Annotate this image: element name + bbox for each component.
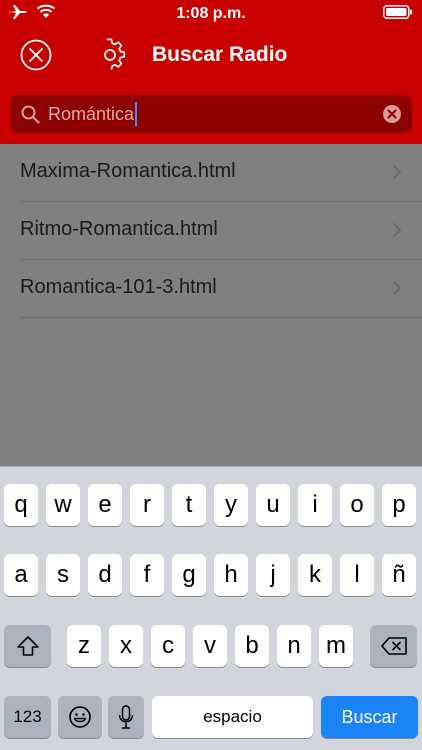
key-n-tilde[interactable]: ñ xyxy=(382,554,416,596)
key-w[interactable]: w xyxy=(46,484,80,526)
emoji-icon xyxy=(69,706,91,728)
key-z[interactable]: z xyxy=(67,625,101,667)
result-label: Romantica-101-3.html xyxy=(20,276,217,298)
gear-icon xyxy=(104,38,126,70)
key-e[interactable]: e xyxy=(88,484,122,526)
key-g[interactable]: g xyxy=(172,554,206,596)
status-bar: 1:08 p.m. xyxy=(0,0,422,28)
result-label: Ritmo-Romantica.html xyxy=(20,218,218,240)
chevron-right-icon xyxy=(393,223,402,237)
keyboard: q w e r t y u i o p a s d f g h j k l ñ … xyxy=(0,466,422,750)
chevron-right-icon xyxy=(393,281,402,295)
key-p[interactable]: p xyxy=(382,484,416,526)
dictation-key[interactable] xyxy=(108,696,144,738)
key-y[interactable]: y xyxy=(214,484,248,526)
close-icon xyxy=(20,39,52,71)
key-q[interactable]: q xyxy=(4,484,38,526)
battery-icon xyxy=(383,4,413,24)
key-a[interactable]: a xyxy=(4,554,38,596)
status-time: 1:08 p.m. xyxy=(176,5,246,22)
search-go-key[interactable]: Buscar xyxy=(321,696,418,738)
key-m[interactable]: m xyxy=(319,625,353,667)
key-k[interactable]: k xyxy=(298,554,332,596)
search-icon xyxy=(21,105,40,124)
search-input-value: Romántica xyxy=(48,104,135,124)
emoji-key[interactable] xyxy=(58,696,102,738)
result-item[interactable]: Romantica-101-3.html xyxy=(20,260,422,318)
key-t[interactable]: t xyxy=(172,484,206,526)
nav-bar: Buscar Radio xyxy=(0,28,422,84)
key-b[interactable]: b xyxy=(235,625,269,667)
key-d[interactable]: d xyxy=(88,554,122,596)
key-n[interactable]: n xyxy=(277,625,311,667)
key-c[interactable]: c xyxy=(151,625,185,667)
clear-icon xyxy=(383,105,401,123)
key-s[interactable]: s xyxy=(46,554,80,596)
result-item[interactable]: Ritmo-Romantica.html xyxy=(20,202,422,260)
shift-icon xyxy=(16,636,39,656)
delete-key[interactable] xyxy=(370,625,417,667)
key-h[interactable]: h xyxy=(214,554,248,596)
clear-search-button[interactable] xyxy=(382,104,402,124)
key-v[interactable]: v xyxy=(193,625,227,667)
backspace-icon xyxy=(380,637,407,655)
key-u[interactable]: u xyxy=(256,484,290,526)
key-j[interactable]: j xyxy=(256,554,290,596)
key-x[interactable]: x xyxy=(109,625,143,667)
page-title: Buscar Radio xyxy=(152,43,288,66)
chevron-right-icon xyxy=(393,165,402,179)
numbers-key[interactable]: 123 xyxy=(4,696,51,738)
header: 1:08 p.m. Buscar Radio Romántica xyxy=(0,0,422,144)
key-l[interactable]: l xyxy=(340,554,374,596)
status-right xyxy=(383,4,413,24)
space-key[interactable]: espacio xyxy=(152,696,313,738)
key-r[interactable]: r xyxy=(130,484,164,526)
result-item[interactable]: Maxima-Romantica.html xyxy=(20,144,422,202)
shift-key[interactable] xyxy=(4,625,51,667)
search-bar[interactable]: Romántica xyxy=(10,95,412,133)
result-label: Maxima-Romantica.html xyxy=(20,160,236,182)
microphone-icon xyxy=(118,705,134,729)
search-input[interactable]: Romántica xyxy=(48,101,138,126)
settings-button[interactable] xyxy=(93,38,127,72)
key-i[interactable]: i xyxy=(298,484,332,526)
close-button[interactable] xyxy=(20,39,52,71)
key-f[interactable]: f xyxy=(130,554,164,596)
text-caret xyxy=(135,101,138,126)
key-o[interactable]: o xyxy=(340,484,374,526)
results-list: Maxima-Romantica.html Ritmo-Romantica.ht… xyxy=(0,144,422,318)
